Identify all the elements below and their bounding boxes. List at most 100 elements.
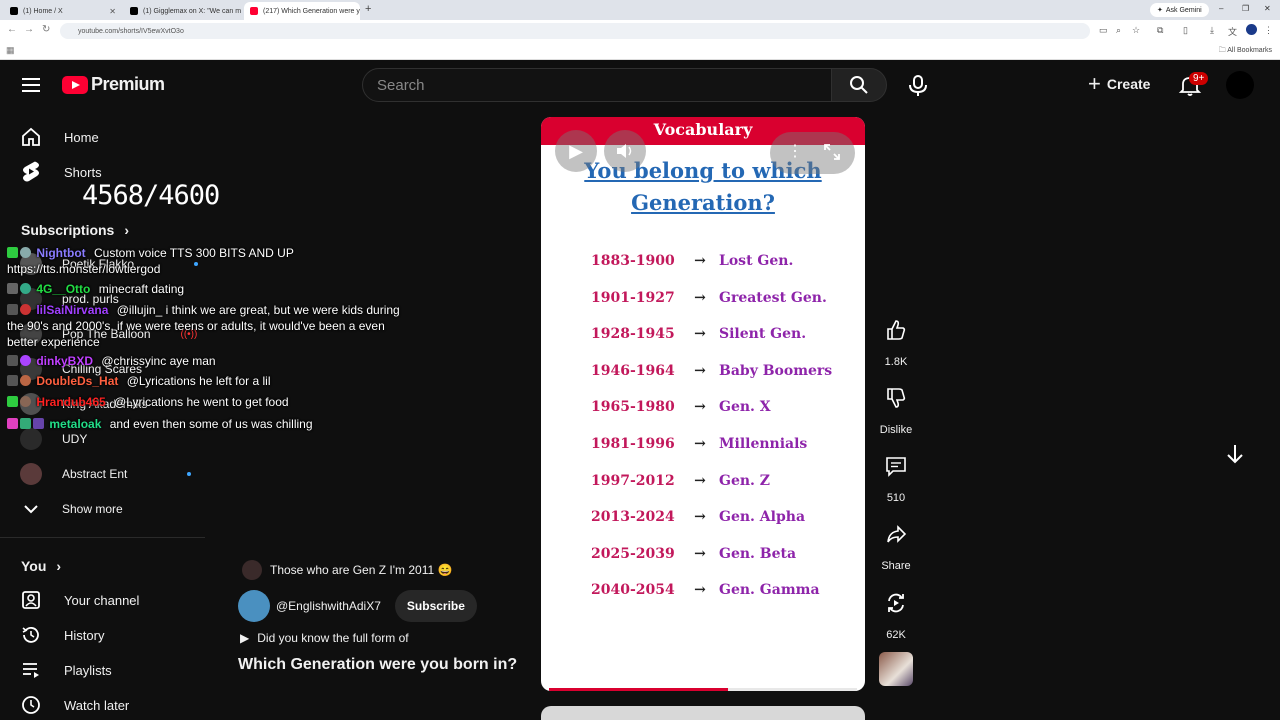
account-avatar[interactable] (1226, 71, 1254, 99)
next-short-preview[interactable] (541, 706, 865, 720)
subscription-label: Abstract Ent (62, 467, 128, 481)
notification-count-badge: 9+ (1189, 72, 1209, 85)
generation-row: 1901-1927 → Greatest Gen. (591, 287, 861, 309)
short-video-player[interactable]: Vocabulary You belong to which Generatio… (541, 117, 865, 691)
share-icon (887, 525, 907, 543)
restore-icon[interactable]: ❐ (1242, 4, 1249, 13)
sidebar-item-home[interactable]: Home (20, 122, 99, 152)
microphone-icon[interactable] (908, 75, 928, 97)
sound-thumbnail[interactable] (879, 652, 913, 686)
menu-icon[interactable] (22, 78, 40, 92)
generation-name: Baby Boomers (719, 362, 833, 379)
arrow-icon: → (694, 253, 706, 269)
channel-avatar[interactable] (238, 590, 270, 622)
reload-icon[interactable]: ↻ (42, 24, 50, 35)
subscription-item[interactable]: Abstract Ent (20, 462, 192, 486)
generation-row: 1946-1964 → Baby Boomers (591, 360, 861, 382)
generation-years: 2013-2024 (591, 509, 675, 526)
comment-count: 510 (886, 492, 906, 504)
video-title[interactable]: Which Generation were you born in? (238, 656, 517, 674)
play-button[interactable]: ▶ (555, 130, 597, 172)
generation-years: 1928-1945 (591, 326, 675, 343)
cast-icon[interactable]: ▭ (1099, 25, 1108, 36)
arrow-icon: → (694, 582, 706, 599)
tab-label: (217) Which Generation were y (263, 7, 360, 15)
youtube-header: Premium Search + Create 9+ (0, 60, 1280, 112)
translate-icon[interactable]: 文 (1228, 25, 1237, 38)
channel-handle[interactable]: @EnglishwithAdiX7 (276, 599, 381, 613)
channel-row: @EnglishwithAdiX7 Subscribe (238, 590, 477, 622)
arrow-down-icon[interactable] (1222, 441, 1248, 467)
show-more-button[interactable]: Show more (20, 497, 123, 521)
ask-gemini-button[interactable]: ✦ Ask Gemini (1150, 3, 1209, 17)
chat-message: lilSaiNirvana @illujin_ i think we are g… (7, 302, 407, 350)
address-bar[interactable]: youtube.com/shorts/IV5ewXvtO3o (60, 23, 1090, 39)
browser-tab-x-post[interactable]: (1) Gigglemax on X: "We can m ✕ (124, 2, 242, 20)
sidebar-item-your-channel[interactable]: Your channel (20, 585, 139, 615)
channel-avatar (20, 463, 42, 485)
search-button[interactable] (831, 68, 887, 102)
new-tab-button[interactable]: + (365, 3, 371, 15)
generation-years: 1883-1900 (591, 253, 675, 269)
sidebar-item-playlists[interactable]: Playlists (20, 655, 112, 685)
generation-name: Silent Gen. (719, 326, 807, 343)
youtube-premium-logo[interactable]: Premium (62, 74, 165, 95)
comments-button[interactable]: 510 (876, 446, 916, 504)
plus-icon: + (1088, 71, 1101, 96)
playback-progress-bar[interactable] (549, 688, 857, 691)
remix-icon (888, 593, 904, 613)
apps-grid-icon[interactable]: ▦ (6, 45, 15, 56)
extensions-icon[interactable]: ⧉ (1157, 25, 1163, 36)
close-window-icon[interactable]: ✕ (1264, 4, 1271, 13)
minimize-icon[interactable]: – (1219, 4, 1223, 13)
like-button[interactable]: 1.8K (876, 310, 916, 368)
chat-username: 4G__Otto (36, 282, 91, 296)
user-badge-icon (20, 396, 31, 407)
bookmark-star-icon[interactable]: ☆ (1132, 25, 1140, 36)
user-badge-icon (20, 304, 31, 315)
sidebar-item-label: Watch later (64, 697, 130, 713)
pinned-comment-text: Those who are Gen Z I'm 2011 😄 (270, 563, 453, 577)
remix-button[interactable]: 62K (876, 583, 916, 641)
browser-tab-x-home[interactable]: (1) Home / X ✕ (4, 2, 122, 20)
generation-years: 1997-2012 (591, 472, 675, 489)
arrow-icon: → (694, 436, 706, 452)
all-bookmarks-button[interactable]: 🗀 All Bookmarks (1219, 46, 1272, 57)
arrow-icon: → (694, 326, 706, 343)
volume-button[interactable] (604, 130, 646, 172)
dislike-label: Dislike (879, 424, 913, 436)
create-button[interactable]: + Create (1088, 71, 1150, 96)
you-heading[interactable]: You › (21, 558, 61, 574)
description-row[interactable]: ▶ Did you know the full form of (240, 631, 409, 645)
x-logo-icon (10, 7, 18, 15)
generation-name: Gen. Beta (719, 545, 797, 562)
dislike-button[interactable]: Dislike (876, 378, 916, 436)
sidepanel-icon[interactable]: ▯ (1183, 25, 1188, 36)
sidebar-item-watch-later[interactable]: Watch later (20, 690, 129, 720)
more-options-icon[interactable]: ⋮ (787, 141, 803, 161)
fullscreen-icon[interactable] (823, 143, 841, 161)
subscribe-button[interactable]: Subscribe (394, 590, 477, 622)
search-input[interactable]: Search (362, 68, 832, 102)
share-button[interactable]: Share (876, 514, 916, 572)
download-icon[interactable]: ⤓ (1210, 25, 1214, 36)
new-content-dot (187, 472, 192, 476)
browser-tab-youtube[interactable]: (217) Which Generation were y ✕ (244, 2, 360, 20)
back-arrow-icon[interactable]: ← (7, 24, 17, 35)
subscriptions-heading[interactable]: Subscriptions › (21, 222, 129, 238)
clock-icon (20, 694, 42, 716)
zoom-icon[interactable]: ⌕ (1116, 25, 1121, 36)
more-menu-icon[interactable]: ⋮ (1264, 25, 1273, 36)
sub-badge-icon (7, 375, 18, 386)
pinned-comment[interactable]: Those who are Gen Z I'm 2011 😄 (242, 560, 452, 580)
close-tab-icon[interactable]: ✕ (109, 7, 116, 16)
you-heading-label: You (21, 558, 47, 574)
chat-message: metaloak and even then some of us was ch… (7, 416, 407, 432)
sidebar-item-history[interactable]: History (20, 620, 104, 650)
sidebar-item-label: Shorts (64, 164, 102, 180)
ask-gemini-label: Ask Gemini (1165, 6, 1202, 14)
description-text: Did you know the full form of (257, 631, 409, 645)
forward-arrow-icon[interactable]: → (24, 24, 34, 35)
thumbs-down-icon (887, 388, 906, 408)
profile-avatar[interactable] (1246, 24, 1257, 35)
